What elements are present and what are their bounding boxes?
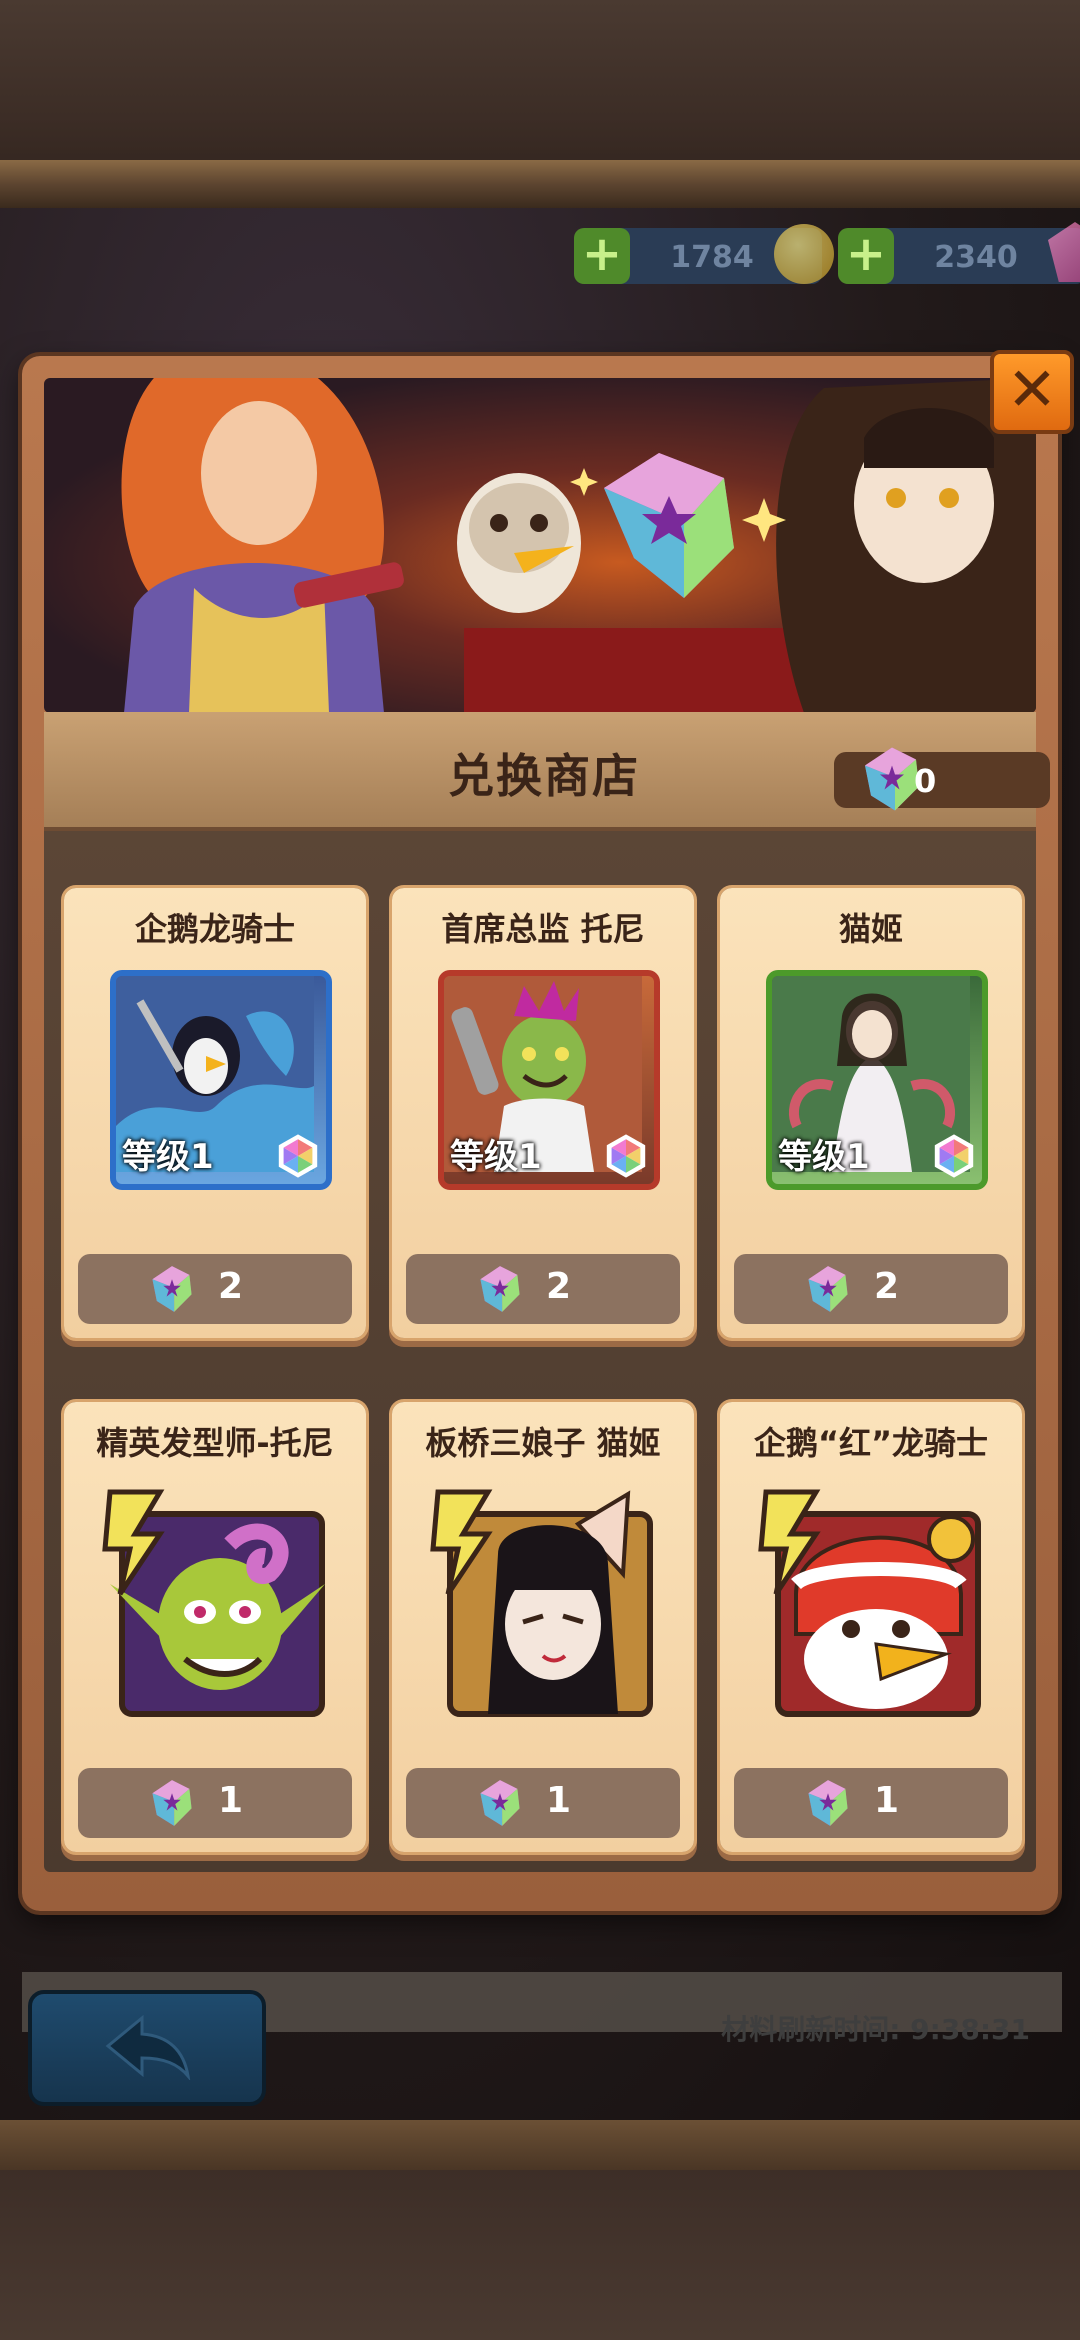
item-name: 猫姬 (838, 910, 903, 948)
hero-level: 等级1 (778, 1137, 870, 1177)
goblin-hairstylist-icon (102, 1489, 325, 1717)
rainbow-gem-icon (480, 1780, 520, 1826)
exchange-gem-balance: 0 (834, 747, 1050, 811)
coin-counter: + 1784 (574, 224, 834, 284)
shop-item-card[interactable]: 企鹅龙骑士 等级1 2 (64, 888, 366, 1338)
shop-item-card[interactable]: 首席总监 托尼 等级1 2 (392, 888, 694, 1338)
back-arrow-icon (105, 2014, 191, 2080)
rainbow-gem-icon (808, 1266, 848, 1312)
rainbow-gem-icon (152, 1266, 192, 1312)
cat-lady-icon (430, 1489, 653, 1717)
hero-level: 等级1 (450, 1137, 542, 1177)
add-coins-button[interactable]: + (574, 228, 630, 284)
hexagon-rank-icon (278, 1134, 318, 1178)
pink-gem-icon (1048, 222, 1080, 282)
shop-title-bar: 兑换商店 0 (44, 712, 1050, 831)
price-value: 1 (218, 1780, 244, 1821)
hero-portrait: 等级1 (110, 970, 332, 1190)
rainbow-gem-icon (152, 1780, 192, 1826)
gem-amount: 2340 (934, 240, 1018, 275)
bottom-wood-frame (0, 2170, 1080, 2340)
price-value: 2 (874, 1266, 900, 1307)
hexagon-rank-icon (606, 1134, 646, 1178)
price-tag: 1 (78, 1768, 352, 1838)
price-tag: 1 (734, 1768, 1008, 1838)
gem-balance-value: 0 (914, 762, 937, 800)
hero-portrait: 等级1 (438, 970, 660, 1190)
rainbow-gem-icon (480, 1266, 520, 1312)
price-tag: 2 (734, 1254, 1008, 1324)
shop-item-card[interactable]: 猫姬 等级1 2 (720, 888, 1022, 1338)
rainbow-gem-icon (808, 1780, 848, 1826)
shop-item-card[interactable]: 精英发型师-托尼 1 (64, 1402, 366, 1852)
item-name: 首席总监 托尼 (441, 910, 645, 948)
shop-item-card[interactable]: 板桥三娘子 猫姬 1 (392, 1402, 694, 1852)
shop-item-card[interactable]: 企鹅“红”龙骑士 1 (720, 1402, 1022, 1852)
add-gems-button[interactable]: + (838, 228, 894, 284)
back-button[interactable] (28, 1990, 266, 2106)
price-tag: 2 (78, 1254, 352, 1324)
hero-level: 等级1 (122, 1137, 214, 1177)
hero-portrait: 等级1 (766, 970, 988, 1190)
item-name: 企鹅“红”龙骑士 (753, 1424, 989, 1462)
close-button[interactable]: ✕ (990, 350, 1074, 434)
coin-amount: 1784 (670, 240, 754, 275)
price-tag: 1 (406, 1768, 680, 1838)
price-value: 2 (546, 1266, 572, 1307)
item-name: 板桥三娘子 猫姬 (425, 1424, 661, 1462)
shop-title: 兑换商店 (448, 749, 640, 803)
price-value: 1 (874, 1780, 900, 1821)
coin-icon (774, 224, 834, 284)
item-name: 精英发型师-托尼 (96, 1424, 334, 1462)
item-name: 企鹅龙骑士 (134, 910, 295, 948)
bottom-wood-trim (0, 2120, 1080, 2170)
hexagon-rank-icon (934, 1134, 974, 1178)
rainbow-gem-icon (865, 747, 919, 811)
price-value: 1 (546, 1780, 572, 1821)
shop-banner-art (44, 378, 1036, 713)
gem-counter: + 2340 (838, 222, 1080, 284)
top-wood-trim (0, 160, 1080, 208)
refresh-time-label: 材料刷新时间: 9:38:31 (721, 2013, 1030, 2046)
price-tag: 2 (406, 1254, 680, 1324)
red-penguin-knight-icon (758, 1489, 981, 1717)
price-value: 2 (218, 1266, 244, 1307)
